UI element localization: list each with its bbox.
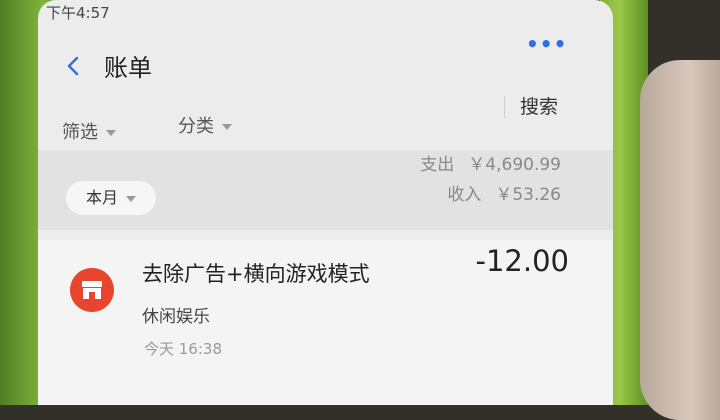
income-summary: 收入 ￥53.26 (447, 180, 561, 205)
transaction-category: 休闲娱乐 (142, 307, 210, 327)
transaction-title: 去除广告+横向游戏模式 (142, 262, 370, 286)
category-label: 分类 (178, 116, 214, 137)
income-label: 收入 (447, 185, 482, 205)
category-button[interactable]: 分类 (178, 112, 232, 138)
store-icon (70, 268, 114, 312)
filter-button[interactable]: 筛选 (62, 118, 116, 144)
search-button[interactable]: 搜索 (520, 92, 558, 119)
transaction-row[interactable]: 去除广告+横向游戏模式 -12.00 休闲娱乐 今天 16:38 (38, 240, 613, 405)
expense-label: 支出 (420, 155, 455, 175)
phone-screen: 下午4:57 账单 ••• 筛选 分类 搜索 本月 支出 ￥4,690.99 收入… (38, 0, 613, 405)
caret-down-icon (126, 195, 136, 202)
status-time: 下午4:57 (46, 4, 110, 22)
toolbar-divider (504, 96, 505, 118)
more-icon[interactable]: ••• (526, 32, 567, 56)
month-label: 本月 (85, 188, 118, 207)
caret-down-icon (222, 124, 232, 130)
caret-down-icon (106, 130, 116, 136)
transaction-amount: -12.00 (475, 244, 570, 278)
finger (640, 60, 720, 420)
back-chevron-icon[interactable] (62, 54, 86, 78)
month-selector[interactable]: 本月 (66, 181, 156, 215)
page-title: 账单 (104, 54, 152, 82)
income-value: ￥53.26 (495, 185, 561, 205)
expense-value: ￥4,690.99 (468, 155, 561, 175)
filter-label: 筛选 (62, 122, 98, 143)
expense-summary: 支出 ￥4,690.99 (420, 150, 561, 175)
transaction-time: 今天 16:38 (144, 340, 222, 358)
